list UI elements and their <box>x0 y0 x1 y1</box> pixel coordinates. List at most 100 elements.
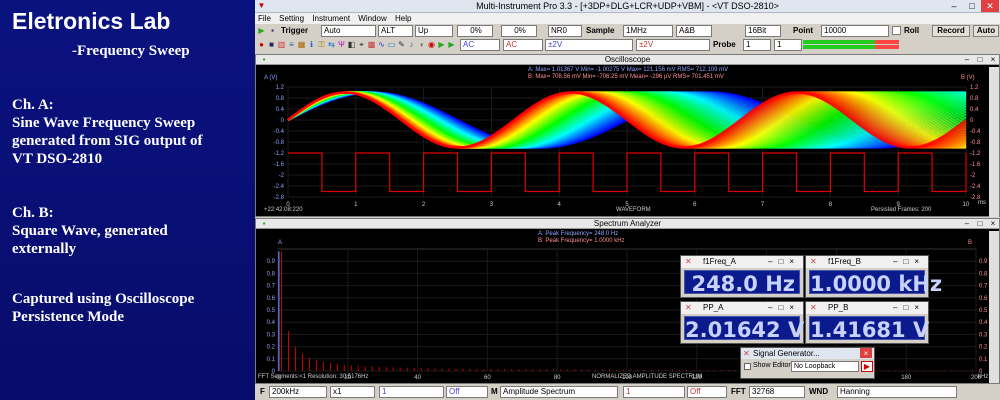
bits-select[interactable]: 16Bit <box>745 25 781 37</box>
toolbar-channels: ● ■ ▥ ≡ ▦ ℹ ⚿ ⇆ Ψ ◧ ⌖ ▩ ∿ ▭ ✎ ♪ ◖ ◉ ▶ ▶ … <box>255 38 1000 52</box>
osc-y-tick-left: 1.2 <box>276 85 285 91</box>
spec-y-tick-left: 0.7 <box>267 284 276 290</box>
osc-persisted: Persisted Frames: 200 <box>871 207 932 213</box>
fft-size-select[interactable]: 32768 <box>749 386 805 398</box>
menu-setting[interactable]: Setting <box>276 13 307 24</box>
readout-pp-b[interactable]: ✕ PP_B –□× 1.41681 V <box>805 301 929 344</box>
cha-off-select[interactable]: Off <box>446 386 488 398</box>
frequency-range-select[interactable]: 200kHz <box>269 386 327 398</box>
spec-maximize-button[interactable]: □ <box>974 219 986 229</box>
readout-f1freq-a[interactable]: ✕ f1Freq_A –□× 248.0 Hz <box>680 255 804 298</box>
step-icon[interactable]: ▶ <box>447 40 456 49</box>
readout-value: 1.0000 kHz <box>809 270 943 296</box>
wave-icon[interactable]: ∿ <box>377 40 386 49</box>
spec-y-tick-right: 0.9 <box>979 259 988 265</box>
osc-y-tick-left: -0.8 <box>274 140 285 146</box>
probe-b-select[interactable]: 1 <box>774 39 802 51</box>
trigger-mode-select[interactable]: Auto <box>321 25 376 37</box>
osc-y-tick-left: 0 <box>281 118 285 124</box>
siggen-close-button[interactable]: × <box>860 348 872 358</box>
speaker-icon[interactable]: ◖ <box>417 40 426 49</box>
start-icon[interactable]: ▶ <box>437 40 446 49</box>
oscilloscope-icon: ▪ <box>262 55 266 64</box>
ruler-icon[interactable]: ▭ <box>387 40 396 49</box>
caption-subtitle: -Frequency Sweep <box>72 43 190 59</box>
record-button[interactable]: Record <box>932 25 970 37</box>
osc-close-button[interactable]: × <box>987 55 999 65</box>
spec-scrollbar[interactable] <box>989 231 999 383</box>
menu-instrument[interactable]: Instrument <box>309 13 353 24</box>
lock-icon[interactable]: ⚿ <box>317 40 326 49</box>
transfer-icon[interactable]: ⇆ <box>327 40 336 49</box>
osc-x-unit: ms <box>978 200 986 206</box>
play-icon[interactable]: ▶ <box>257 26 266 35</box>
note-icon[interactable]: ♪ <box>407 40 416 49</box>
record-icon[interactable]: ● <box>257 40 266 49</box>
signal-icon[interactable]: ◉ <box>427 40 436 49</box>
maximize-button[interactable]: □ <box>963 0 981 12</box>
chb-range-select[interactable]: ±2V <box>636 39 710 51</box>
trigger-level-field[interactable]: 0% <box>501 25 537 37</box>
readout-header: ✕ PP_A –□× <box>681 302 803 314</box>
cha-range-select[interactable]: ±2V <box>545 39 633 51</box>
readout-icon: ✕ <box>810 303 817 312</box>
list-icon[interactable]: ≡ <box>287 40 296 49</box>
oscilloscope-panel: ▪ Oscilloscope – □ × A: Max= 1.01367 V M… <box>255 54 1000 217</box>
title-bar: ▼ Multi-Instrument Pro 3.3 - [+3DP+DLG+L… <box>255 0 1000 13</box>
zoom-select[interactable]: x1 <box>330 386 375 398</box>
pretrigger-field[interactable]: 0% <box>457 25 493 37</box>
trigger-source-select[interactable]: ALT <box>378 25 413 37</box>
info-icon[interactable]: ℹ <box>307 40 316 49</box>
trigger-edge-select[interactable]: Up <box>415 25 453 37</box>
osc-scrollbar[interactable] <box>989 67 999 217</box>
spec-y-tick-left: 0.4 <box>267 320 276 326</box>
calc-icon[interactable]: ▦ <box>297 40 306 49</box>
readout-controls[interactable]: –□× <box>893 256 925 268</box>
nr-select[interactable]: NR0 <box>548 25 582 37</box>
caption-cha: Ch. A: Sine Wave Frequency Sweep generat… <box>12 96 252 168</box>
minimize-button[interactable]: – <box>945 0 963 12</box>
loopback-select[interactable]: No Loopback <box>791 361 859 372</box>
readout-pp-a[interactable]: ✕ PP_A –□× 2.01642 V <box>680 301 804 344</box>
chart-icon[interactable]: ▥ <box>277 40 286 49</box>
menu-help[interactable]: Help <box>392 13 414 24</box>
osc-maximize-button[interactable]: □ <box>974 55 986 65</box>
scope-icon[interactable]: ◧ <box>347 40 356 49</box>
readout-f1freq-b[interactable]: ✕ f1Freq_B –□× 1.0000 kHz <box>805 255 943 298</box>
stop-icon[interactable]: ■ <box>267 40 276 49</box>
channel-select[interactable]: A&B <box>676 25 712 37</box>
auto-button[interactable]: Auto <box>973 25 999 37</box>
spec-minimize-button[interactable]: – <box>961 219 973 229</box>
window-select[interactable]: Hanning <box>837 386 957 398</box>
readout-controls[interactable]: –□× <box>768 256 800 268</box>
probe-a-select[interactable]: 1 <box>743 39 771 51</box>
osc-y-tick-right: -0.8 <box>970 140 981 146</box>
mode-select[interactable]: Amplitude Spectrum <box>500 386 618 398</box>
cha-coupling-select[interactable]: AC <box>460 39 500 51</box>
show-editor-checkbox[interactable] <box>744 363 751 370</box>
osc-y-tick-left: -0.4 <box>274 129 285 135</box>
osc-minimize-button[interactable]: – <box>961 55 973 65</box>
spec-y-tick-left: 0.3 <box>267 332 276 338</box>
chb-avg-select[interactable]: 1 <box>623 386 685 398</box>
readout-controls[interactable]: –□× <box>893 302 925 314</box>
oscilloscope-plot[interactable]: 0 1 2 3 4 5 6 7 8 9 101.20.80.40-0.4-0.8-1.2-1.6-2… <box>256 67 1000 217</box>
osc-y-tick-right: -0.4 <box>970 129 981 135</box>
grid-icon[interactable]: ▩ <box>367 40 376 49</box>
menu-window[interactable]: Window <box>355 13 389 24</box>
filter-icon[interactable]: Ψ <box>337 40 346 49</box>
readout-controls[interactable]: –□× <box>768 302 800 314</box>
tool-icon[interactable]: ✎ <box>397 40 406 49</box>
chb-coupling-select[interactable]: AC <box>503 39 543 51</box>
chb-off-select[interactable]: Off <box>687 386 727 398</box>
spec-close-button[interactable]: × <box>987 219 999 229</box>
osc-x-tick: 6 <box>693 202 697 208</box>
cha-avg-select[interactable]: 1 <box>379 386 444 398</box>
close-button[interactable]: ✕ <box>981 0 999 12</box>
sample-rate-select[interactable]: 1MHz <box>623 25 673 37</box>
menu-file[interactable]: File <box>255 13 274 24</box>
cursor-icon[interactable]: ⌖ <box>357 40 366 49</box>
siggen-play-icon[interactable]: ▶ <box>861 361 873 372</box>
signal-generator-window[interactable]: ✕ Signal Generator... × Show Editor No L… <box>740 347 875 379</box>
save-icon[interactable]: ▪ <box>268 26 277 35</box>
